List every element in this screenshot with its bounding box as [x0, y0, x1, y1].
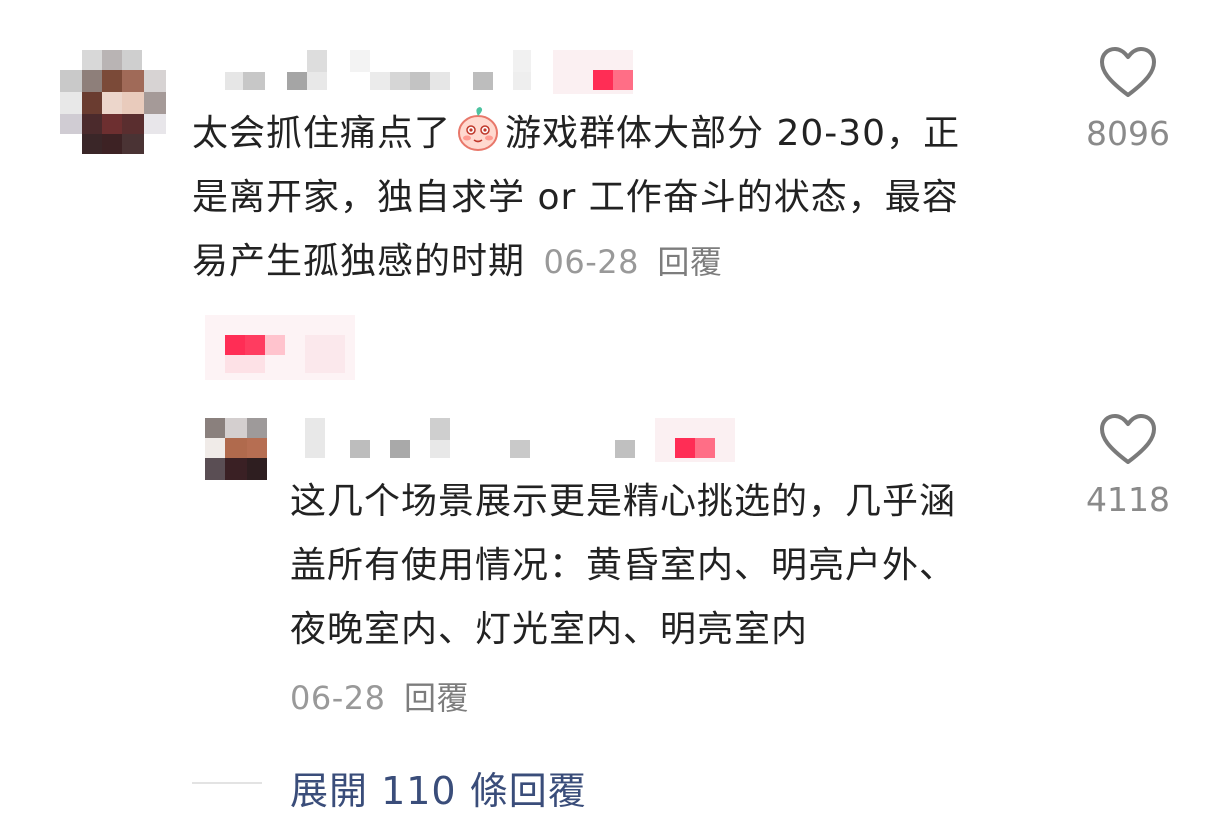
reply-date: 06-28	[290, 679, 386, 717]
reply-meta: 06-28 回覆	[290, 662, 1070, 734]
heart-icon	[1100, 47, 1156, 97]
expand-replies-button[interactable]: 展開 110 條回覆	[290, 760, 587, 815]
reply-like-count: 4118	[1086, 480, 1170, 519]
like-button[interactable]	[1098, 45, 1158, 105]
avatar[interactable]	[60, 50, 166, 154]
reply-line-2: 盖所有使用情况：黄昏室内、明亮户外、	[290, 545, 957, 586]
reply-line-1: 这几个场景展示更是精心挑选的，几乎涵	[290, 481, 957, 522]
reply-username[interactable]	[305, 418, 745, 463]
comment-date: 06-28	[543, 243, 639, 281]
author-liked-badge	[205, 315, 355, 380]
username[interactable]	[225, 50, 665, 95]
divider	[192, 782, 262, 784]
reply-like-button[interactable]	[1098, 412, 1158, 472]
reply-avatar[interactable]	[205, 418, 267, 480]
reply-reply-button[interactable]: 回覆	[404, 679, 469, 717]
reply-body: 这几个场景展示更是精心挑选的，几乎涵 盖所有使用情况：黄昏室内、明亮户外、 夜晚…	[290, 470, 1070, 734]
comment-line-2: 是离开家，独自求学 or 工作奋斗的状态，最容	[192, 177, 959, 218]
comment-line-3: 易产生孤独感的时期 06-28 回覆	[192, 241, 723, 282]
comment-line-1: 太会抓住痛点了 游戏群体大部分 20-30，正	[192, 102, 1072, 166]
reply-button[interactable]: 回覆	[657, 243, 722, 281]
like-count: 8096	[1086, 114, 1170, 153]
heart-icon	[1100, 414, 1156, 464]
reply-line-3: 夜晚室内、灯光室内、明亮室内	[290, 609, 809, 650]
blushing-face-emoji-icon	[453, 103, 503, 153]
comment-body: 太会抓住痛点了 游戏群体大部分 20-30，正 是离开家，独自求学 or 工作奋…	[192, 102, 1072, 294]
comment-thread: 太会抓住痛点了 游戏群体大部分 20-30，正 是离开家，独自求学 or 工作奋…	[0, 0, 1206, 840]
